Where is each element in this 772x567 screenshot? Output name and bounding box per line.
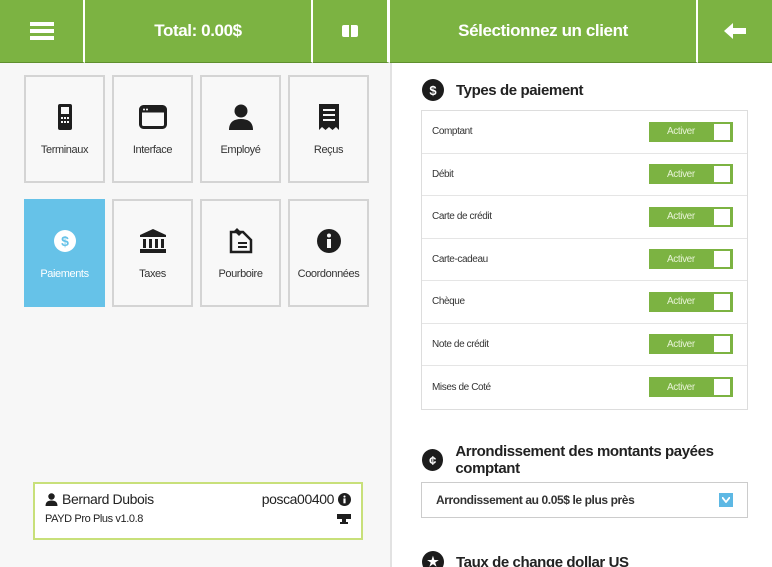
payment-terminal-icon — [57, 102, 72, 132]
dollar-circle-icon: $ — [53, 226, 76, 256]
tile-recus[interactable]: Reçus — [288, 75, 369, 183]
toggle-knob — [714, 166, 730, 183]
tile-interface[interactable]: Interface — [112, 75, 193, 183]
activate-toggle[interactable]: Activer — [649, 291, 733, 312]
activate-toggle[interactable]: Activer — [649, 121, 733, 142]
info-icon — [316, 226, 341, 256]
menu-button[interactable] — [0, 0, 85, 63]
rounding-select[interactable]: Arrondissement au 0.05$ le plus près — [421, 482, 748, 518]
tile-coordonnees[interactable]: Coordonnées — [288, 199, 369, 307]
tile-terminaux[interactable]: Terminaux — [24, 75, 105, 183]
info-icon[interactable] — [338, 492, 351, 506]
payment-row-note-credit: Note de crédit Activer — [422, 324, 747, 366]
user-name: Bernard Dubois — [45, 491, 154, 507]
toggle-label: Activer — [667, 168, 695, 180]
svg-text:$: $ — [61, 233, 69, 249]
toggle-knob — [714, 208, 730, 225]
window-icon — [138, 102, 167, 132]
activate-toggle[interactable]: Activer — [649, 206, 733, 227]
payment-type-label: Comptant — [432, 126, 473, 138]
payment-type-label: Mises de Coté — [432, 381, 491, 393]
toggle-label: Activer — [667, 296, 695, 308]
cash-drawer-icon — [342, 25, 358, 37]
payment-types-list: Comptant Activer Débit Activer Carte de … — [421, 110, 748, 410]
toggle-knob — [714, 251, 730, 268]
tile-label: Taxes — [139, 268, 166, 280]
top-bar: Total: 0.00$ Sélectionnez un client — [0, 0, 772, 63]
activate-toggle[interactable]: Activer — [649, 249, 733, 270]
payment-row-carte-credit: Carte de crédit Activer — [422, 196, 747, 239]
toggle-knob — [714, 379, 730, 396]
arrow-left-icon — [724, 23, 746, 39]
dollar-circle-icon: $ — [422, 79, 444, 101]
payment-row-cheque: Chèque Activer — [422, 281, 747, 324]
toggle-label: Activer — [667, 253, 695, 265]
rounding-heading: ¢ Arrondissement des montants payées com… — [422, 443, 772, 477]
tile-label: Terminaux — [40, 144, 89, 156]
tile-label: Pourboire — [218, 268, 263, 280]
payment-type-label: Chèque — [432, 296, 465, 308]
payment-type-label: Note de crédit — [432, 338, 489, 350]
cents-icon: ¢ — [422, 449, 444, 471]
activate-toggle[interactable]: Activer — [649, 377, 733, 398]
total-label: Total: 0.00$ — [85, 0, 313, 63]
tile-pourboire[interactable]: Pourboire — [200, 199, 281, 307]
payment-row-comptant: Comptant Activer — [422, 111, 747, 154]
user-name-text: Bernard Dubois — [62, 491, 154, 507]
toggle-knob — [714, 336, 730, 353]
toggle-knob — [714, 123, 730, 140]
hamburger-menu-icon — [29, 22, 54, 40]
payment-types-heading: $ Types de paiement — [422, 79, 584, 101]
tile-label: Interface — [132, 144, 173, 156]
settings-menu-panel: Terminaux Interface Employé Reçus $ Paie… — [0, 63, 392, 567]
bank-icon — [139, 226, 166, 256]
user-icon — [228, 102, 254, 132]
tile-paiements[interactable]: $ Paiements — [24, 199, 105, 307]
payment-row-debit: Débit Activer — [422, 154, 747, 196]
user-info-box: Bernard Dubois posca00400 PAYD Pro Plus … — [33, 482, 363, 540]
activate-toggle[interactable]: Activer — [649, 334, 733, 355]
tip-icon — [229, 226, 253, 256]
activate-toggle[interactable]: Activer — [649, 164, 733, 185]
payment-types-title: Types de paiement — [456, 81, 584, 99]
payment-row-carte-cadeau: Carte-cadeau Activer — [422, 239, 747, 281]
toggle-label: Activer — [667, 338, 695, 350]
payment-type-label: Carte de crédit — [432, 211, 492, 223]
toggle-label: Activer — [667, 211, 695, 223]
toggle-knob — [714, 293, 730, 310]
tile-employe[interactable]: Employé — [200, 75, 281, 183]
toggle-label: Activer — [667, 381, 695, 393]
rounding-title: Arrondissement des montants payées compt… — [455, 443, 714, 477]
app-version: PAYD Pro Plus v1.0.8 — [45, 513, 143, 525]
payment-row-mises-de-cote: Mises de Coté Activer — [422, 366, 747, 409]
star-icon: ★ — [422, 551, 444, 567]
tile-label: Employé — [220, 144, 261, 156]
exchange-rate-heading: ★ Taux de change dollar US — [422, 551, 629, 567]
select-client-button[interactable]: Sélectionnez un client — [390, 0, 698, 63]
payment-settings-panel: $ Types de paiement Comptant Activer Déb… — [394, 63, 772, 567]
rounding-selected-value: Arrondissement au 0.05$ le plus près — [436, 493, 635, 507]
chevron-down-icon — [719, 493, 733, 507]
payment-type-label: Carte-cadeau — [432, 253, 488, 265]
tile-label: Paiements — [40, 268, 89, 280]
user-icon — [45, 492, 58, 506]
tile-label: Coordonnées — [297, 268, 360, 280]
payment-type-label: Débit — [432, 168, 454, 180]
terminal-code: posca00400 — [261, 491, 335, 507]
pos-terminal-icon — [337, 513, 351, 524]
exchange-rate-title: Taux de change dollar US — [456, 553, 629, 567]
tile-label: Reçus — [313, 144, 344, 156]
back-button[interactable] — [698, 0, 772, 63]
receipt-icon — [318, 102, 339, 132]
toggle-label: Activer — [667, 126, 695, 138]
cash-drawer-button[interactable] — [313, 0, 390, 63]
tile-taxes[interactable]: Taxes — [112, 199, 193, 307]
